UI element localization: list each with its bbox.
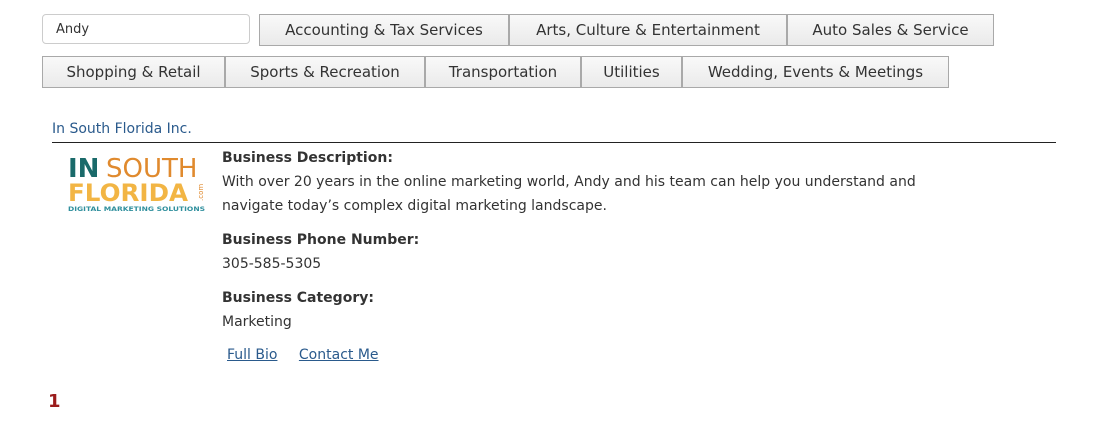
category-button-wedding[interactable]: Wedding, Events & Meetings [682,56,949,88]
business-logo: IN SOUTH FLORIDA .com DIGITAL MARKETING … [68,154,205,213]
category-button-accounting[interactable]: Accounting & Tax Services [259,14,509,46]
category-button-shopping[interactable]: Shopping & Retail [42,56,225,88]
divider [52,142,1056,143]
description-label: Business Description: [222,150,393,166]
search-input[interactable] [42,14,250,44]
pagination-current-page[interactable]: 1 [48,391,61,412]
category-label: Business Category: [222,290,374,306]
logo-text-florida: FLORIDA [68,179,188,207]
category-button-arts[interactable]: Arts, Culture & Entertainment [509,14,787,46]
contact-me-link[interactable]: Contact Me [299,347,379,363]
phone-number: 305-585-5305 [222,256,322,272]
listing-links: Full Bio Contact Me [227,347,396,363]
phone-label: Business Phone Number: [222,232,420,248]
full-bio-link[interactable]: Full Bio [227,347,277,363]
logo-text-dotcom: .com [197,184,205,201]
logo-tagline: DIGITAL MARKETING SOLUTIONS [68,205,205,213]
business-details: Business Description: With over 20 years… [222,146,982,334]
category-button-utilities[interactable]: Utilities [581,56,682,88]
directory-page: Accounting & Tax Services Arts, Culture … [0,0,1118,447]
category-button-auto[interactable]: Auto Sales & Service [787,14,994,46]
business-name-link[interactable]: In South Florida Inc. [52,121,192,137]
description-line-2: navigate today’s complex digital marketi… [222,198,607,214]
category-button-transportation[interactable]: Transportation [425,56,581,88]
category-button-sports[interactable]: Sports & Recreation [225,56,425,88]
description-line-1: With over 20 years in the online marketi… [222,174,916,190]
category-value: Marketing [222,314,292,330]
